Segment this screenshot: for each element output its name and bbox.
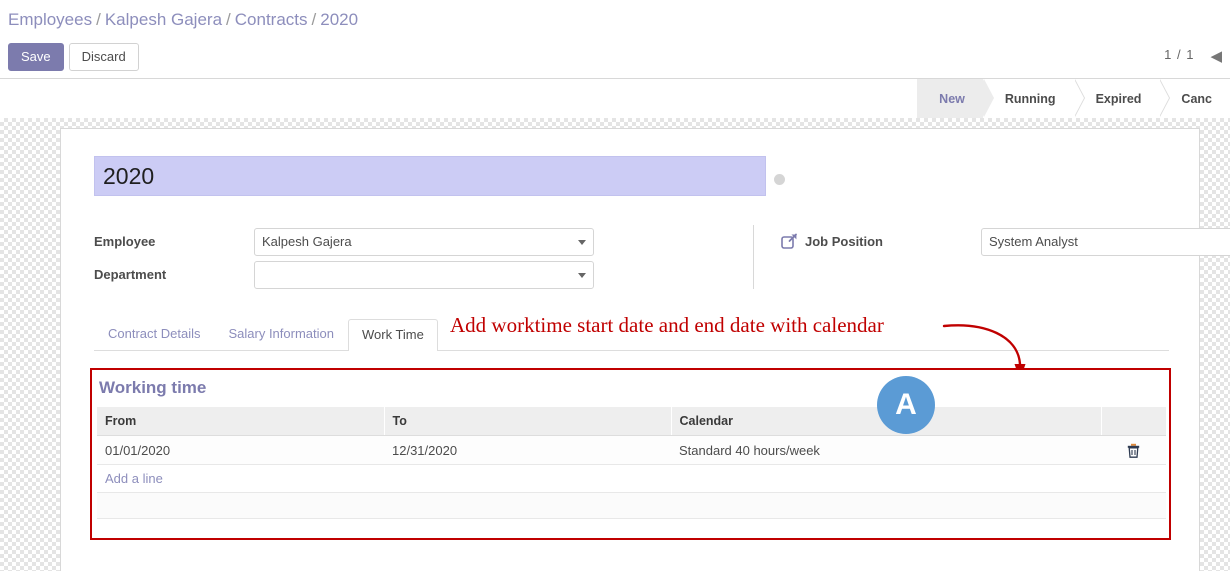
breadcrumb-separator: / (311, 10, 317, 29)
statusbar-stage-expired[interactable]: Expired (1073, 79, 1171, 118)
department-select[interactable] (254, 260, 594, 289)
job-position-value: System Analyst (989, 234, 1078, 249)
statusbar: New Running Expired Canc (917, 79, 1230, 118)
add-line-cell[interactable]: Add a line (97, 464, 1166, 494)
statusbar-stage-label: Running (1004, 91, 1056, 106)
department-label: Department (94, 267, 167, 282)
working-time-heading: Working time (99, 378, 207, 397)
statusbar-stage-running[interactable]: Running (982, 79, 1085, 118)
employee-field[interactable]: Kalpesh Gajera (254, 227, 594, 256)
delete-row-button[interactable] (1101, 435, 1166, 466)
employee-label: Employee (94, 234, 156, 249)
cell-to[interactable]: 12/31/2020 (384, 435, 671, 466)
working-time-section: Working time From To Calendar 01/01/2020… (90, 368, 1171, 540)
statusbar-stage-new[interactable]: New (917, 79, 994, 118)
empty-row (97, 492, 1166, 520)
trash-icon (1127, 443, 1140, 458)
tab-work-time[interactable]: Work Time (347, 319, 438, 351)
status-dot-icon (774, 174, 785, 185)
cell-calendar[interactable]: Standard 40 hours/week (671, 435, 1101, 466)
statusbar-stage-label: Expired (1095, 91, 1142, 106)
column-header-actions (1101, 407, 1166, 436)
tab-contract-details[interactable]: Contract Details (94, 318, 214, 350)
control-panel: Employees / Kalpesh Gajera / Contracts/2020 … (0, 0, 1230, 79)
add-line-row[interactable]: Add a line (97, 464, 1166, 494)
breadcrumb-separator: / (226, 10, 231, 29)
breadcrumb-item-contracts[interactable]: Contracts (235, 10, 308, 29)
add-a-line-link[interactable]: Add a line (105, 471, 163, 486)
field-row-employee: Employee Kalpesh Gajera (94, 225, 634, 258)
external-link-icon[interactable] (781, 233, 798, 250)
annotation-marker-a: A (877, 376, 935, 434)
contract-name-value: 2020 (103, 162, 155, 189)
form-action-buttons: Save Discard (8, 43, 139, 71)
form-group-left: Employee Kalpesh Gajera Department (94, 225, 634, 291)
chevron-left-icon[interactable]: ◀ (1210, 47, 1222, 65)
field-row-job-position: Job Position System Analyst (781, 225, 1230, 258)
column-header-from[interactable]: From (97, 407, 385, 436)
record-pager: 1 / 1 ◀ (1164, 47, 1222, 65)
empty-cell (384, 492, 671, 520)
field-row-department: Department (94, 258, 634, 291)
table-header-row: From To Calendar (97, 407, 1166, 436)
job-position-select[interactable]: System Analyst (981, 227, 1230, 256)
breadcrumb: Employees / Kalpesh Gajera / Contracts/2020 (8, 9, 358, 31)
annotation-marker-label: A (895, 388, 917, 421)
job-position-label-wrap: Job Position (781, 233, 981, 250)
job-position-label: Job Position (805, 234, 883, 249)
statusbar-container: New Running Expired Canc (0, 79, 1230, 118)
breadcrumb-item-current: 2020 (320, 10, 359, 29)
employee-select[interactable]: Kalpesh Gajera (254, 227, 594, 256)
working-time-table: From To Calendar 01/01/2020 12/31/2020 S… (97, 407, 1166, 520)
annotation-text: Add worktime start date and end date wit… (450, 313, 884, 337)
empty-cell (97, 492, 384, 520)
odoo-contract-form-page: Employees / Kalpesh Gajera / Contracts/2020 … (0, 0, 1230, 571)
breadcrumb-separator: / (96, 10, 101, 29)
breadcrumb-item-employees[interactable]: Employees (8, 10, 92, 29)
tab-salary-information[interactable]: Salary Information (214, 318, 348, 350)
breadcrumb-item-employee-name[interactable]: Kalpesh Gajera (105, 10, 222, 29)
table-row[interactable]: 01/01/2020 12/31/2020 Standard 40 hours/… (97, 435, 1166, 466)
job-position-field[interactable]: System Analyst (981, 227, 1230, 256)
empty-cell (671, 492, 1101, 520)
pager-count: 1 / 1 (1164, 47, 1195, 63)
employee-value: Kalpesh Gajera (262, 234, 352, 249)
department-field[interactable] (254, 260, 594, 289)
contract-name-input[interactable]: 2020 (94, 156, 766, 196)
empty-cell (1101, 492, 1166, 520)
cell-from[interactable]: 01/01/2020 (97, 435, 384, 466)
discard-button[interactable]: Discard (68, 43, 139, 71)
save-button[interactable]: Save (8, 43, 64, 71)
statusbar-stage-label: Canc (1181, 91, 1212, 106)
statusbar-stage-label: New (939, 91, 965, 106)
form-column-divider (753, 225, 754, 289)
column-header-to[interactable]: To (384, 407, 672, 436)
form-group-right: Job Position System Analyst (781, 225, 1230, 258)
